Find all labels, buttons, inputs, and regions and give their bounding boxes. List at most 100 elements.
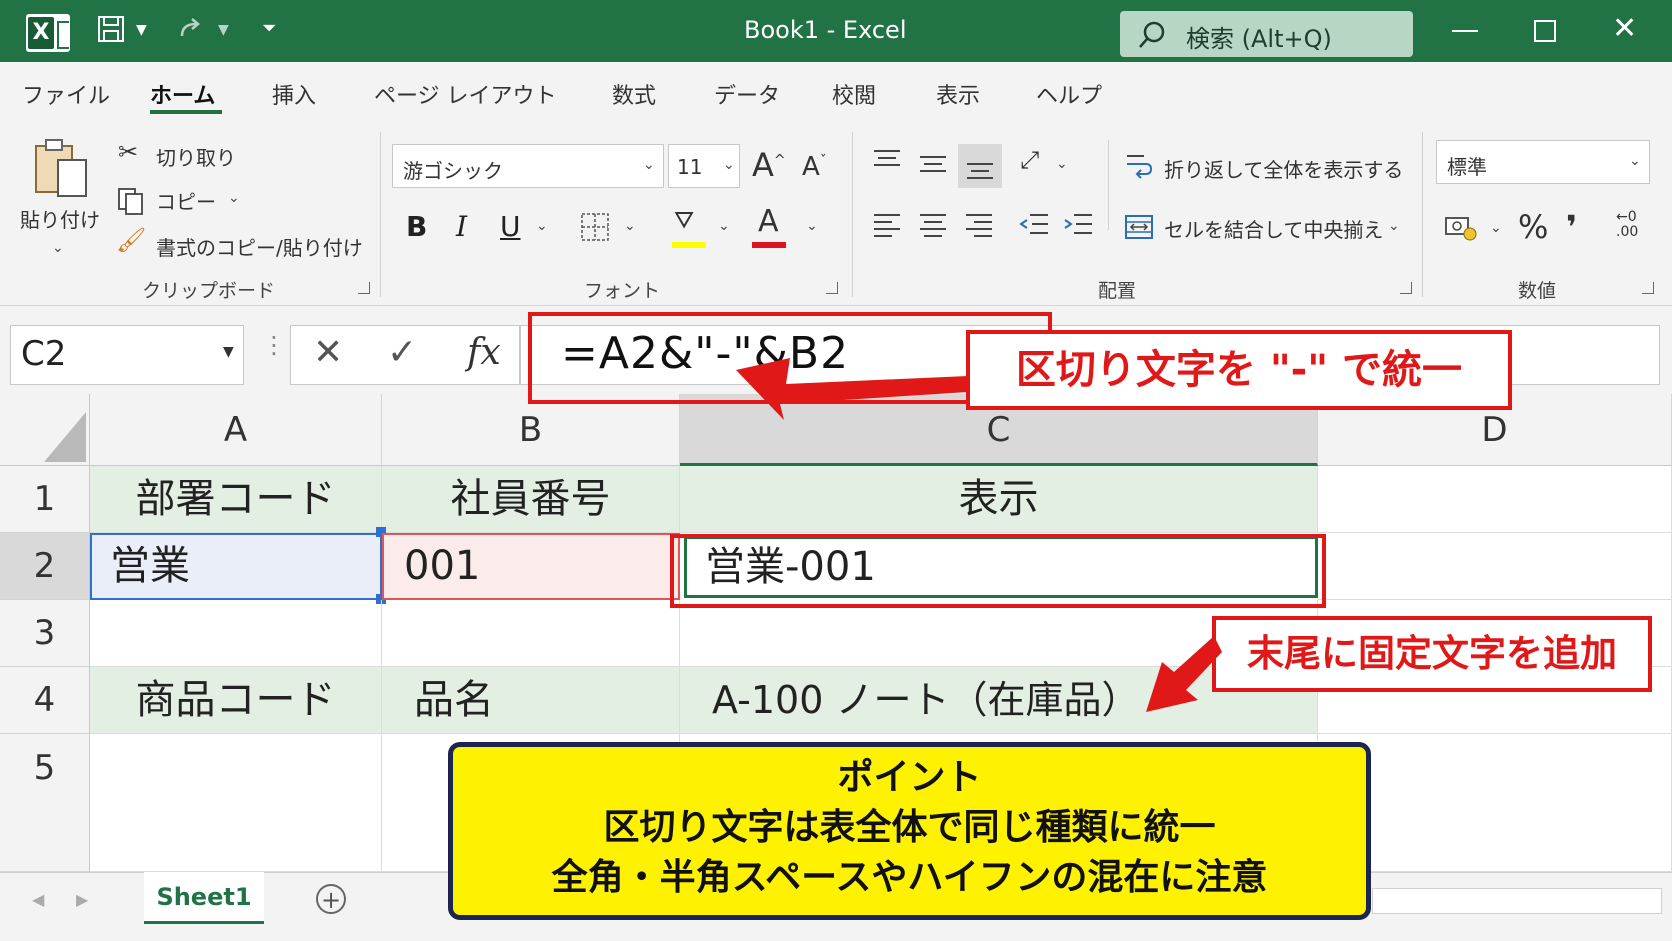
increase-decimal-icon[interactable]: ←0.00 <box>1616 210 1638 240</box>
align-middle-icon[interactable] <box>918 152 948 182</box>
close-button[interactable]: ✕ <box>1612 14 1637 44</box>
borders-icon[interactable] <box>580 212 610 246</box>
cell-b3[interactable] <box>382 600 680 667</box>
customize-qat-icon[interactable]: ⏷ <box>262 18 276 39</box>
grow-font-button[interactable]: A^ <box>752 146 786 184</box>
cut-button[interactable]: 切り取り <box>156 142 236 171</box>
paste-dropdown-icon[interactable]: ⌄ <box>52 240 64 256</box>
fill-color-icon[interactable]: ⛛ <box>674 206 694 234</box>
accounting-dropdown-icon[interactable]: ⌄ <box>1490 220 1502 236</box>
cell-c1[interactable]: 表示 <box>680 466 1318 533</box>
number-format-combo[interactable]: 標準 ⌄ <box>1436 140 1650 184</box>
comma-style-button[interactable]: ❜ <box>1566 208 1577 246</box>
maximize-button[interactable] <box>1534 20 1556 42</box>
row-header-1[interactable]: 1 <box>0 466 90 533</box>
font-color-button[interactable]: A <box>758 204 779 239</box>
scroll-left-icon[interactable]: ◀ <box>32 890 44 909</box>
save-icon[interactable] <box>96 14 126 50</box>
redo-dropdown-icon[interactable]: ▼ <box>218 22 229 38</box>
accounting-format-icon[interactable] <box>1444 214 1478 246</box>
cell-d2[interactable] <box>1318 533 1672 600</box>
tab-help[interactable]: ヘルプ <box>1036 78 1102 110</box>
orientation-dropdown-icon[interactable]: ⌄ <box>1056 156 1068 172</box>
italic-button[interactable]: I <box>456 210 467 243</box>
cell-b1[interactable]: 社員番号 <box>382 466 680 533</box>
align-top-icon[interactable] <box>872 148 902 178</box>
search-box[interactable]: 検索 (Alt+Q) <box>1120 11 1413 57</box>
ribbon-separator <box>852 132 853 297</box>
tab-data[interactable]: データ <box>714 78 780 110</box>
bold-button[interactable]: B <box>406 210 427 243</box>
insert-function-button[interactable]: fx <box>467 332 501 373</box>
cancel-entry-icon[interactable]: ✕ <box>313 332 343 373</box>
copy-dropdown-icon[interactable]: ⌄ <box>228 190 240 206</box>
font-name-combo[interactable]: 游ゴシック ⌄ <box>392 144 664 188</box>
fill-dropdown-icon[interactable]: ⌄ <box>718 218 730 234</box>
cell-a5[interactable] <box>90 734 382 872</box>
tab-page-layout[interactable]: ページ レイアウト <box>374 78 557 110</box>
decrease-indent-icon[interactable] <box>1018 212 1050 242</box>
increase-indent-icon[interactable] <box>1062 212 1094 242</box>
row-header-3[interactable]: 3 <box>0 600 90 667</box>
align-right-icon[interactable] <box>964 212 994 242</box>
underline-dropdown-icon[interactable]: ⌄ <box>536 218 548 234</box>
cell-d1[interactable] <box>1318 466 1672 533</box>
minimize-button[interactable] <box>1452 30 1478 32</box>
shrink-font-button[interactable]: Aˇ <box>802 152 827 182</box>
tab-view[interactable]: 表示 <box>936 78 980 110</box>
name-box[interactable]: C2 ▼ <box>10 325 244 385</box>
font-launcher-icon[interactable] <box>826 282 838 294</box>
align-center-icon[interactable] <box>918 212 948 242</box>
merge-center-button[interactable]: セルを結合して中央揃え <box>1164 214 1383 243</box>
cell-b4[interactable]: 品名 <box>382 667 680 734</box>
underline-button[interactable]: U <box>500 210 521 243</box>
row-header-2[interactable]: 2 <box>0 533 90 600</box>
select-all-button[interactable] <box>0 394 90 466</box>
merge-center-icon <box>1124 212 1154 246</box>
align-bottom-button[interactable] <box>958 144 1002 188</box>
merge-dropdown-icon[interactable]: ⌄ <box>1388 218 1400 234</box>
horizontal-scrollbar[interactable] <box>1372 888 1662 914</box>
borders-dropdown-icon[interactable]: ⌄ <box>624 218 636 234</box>
sheet-tab-sheet1[interactable]: Sheet1 <box>144 872 264 924</box>
row-header-5[interactable]: 5 <box>0 734 90 872</box>
orientation-icon[interactable]: ⤢ <box>1020 146 1039 174</box>
wrap-text-button[interactable]: 折り返して全体を表示する <box>1164 154 1403 183</box>
cell-d5[interactable] <box>1318 734 1672 872</box>
scroll-right-icon[interactable]: ▶ <box>76 890 88 909</box>
paste-icon[interactable] <box>32 138 90 204</box>
grow-font-letter: A <box>752 146 774 184</box>
clipboard-launcher-icon[interactable] <box>358 282 370 294</box>
paste-button[interactable]: 貼り付け <box>20 204 100 233</box>
number-launcher-icon[interactable] <box>1642 282 1654 294</box>
chevron-down-icon: ⌄ <box>643 157 655 173</box>
name-box-dropdown-icon[interactable]: ▼ <box>223 344 234 360</box>
align-left-icon[interactable] <box>872 212 902 242</box>
alignment-launcher-icon[interactable] <box>1400 282 1412 294</box>
tab-file[interactable]: ファイル <box>22 78 110 110</box>
percent-style-button[interactable]: % <box>1518 208 1548 246</box>
column-header-b[interactable]: B <box>382 394 680 466</box>
tab-insert[interactable]: 挿入 <box>272 78 316 110</box>
redo-icon[interactable] <box>176 14 206 48</box>
cell-a2[interactable]: 営業 <box>90 533 382 600</box>
row-header-4[interactable]: 4 <box>0 667 90 734</box>
cell-a1[interactable]: 部署コード <box>90 466 382 533</box>
font-size-combo[interactable]: 11 ⌄ <box>668 144 740 188</box>
save-dropdown-icon[interactable]: ▼ <box>136 22 147 38</box>
confirm-entry-icon[interactable]: ✓ <box>387 332 417 373</box>
cell-a3[interactable] <box>90 600 382 667</box>
cell-a4[interactable]: 商品コード <box>90 667 382 734</box>
tab-home[interactable]: ホーム <box>150 78 215 110</box>
font-color-dropdown-icon[interactable]: ⌄ <box>806 218 818 234</box>
copy-button[interactable]: コピー <box>156 186 216 215</box>
cell-b2[interactable]: 001 <box>382 533 680 600</box>
add-sheet-button[interactable]: + <box>316 884 346 914</box>
formula-bar-splitter-icon[interactable]: ⋮ <box>262 333 286 357</box>
tab-formulas[interactable]: 数式 <box>612 78 656 110</box>
column-header-a[interactable]: A <box>90 394 382 466</box>
ribbon-separator <box>380 132 381 297</box>
tab-review[interactable]: 校閲 <box>832 78 876 110</box>
scissors-icon: ✂ <box>118 138 139 166</box>
format-painter-button[interactable]: 書式のコピー/貼り付け <box>156 232 363 261</box>
